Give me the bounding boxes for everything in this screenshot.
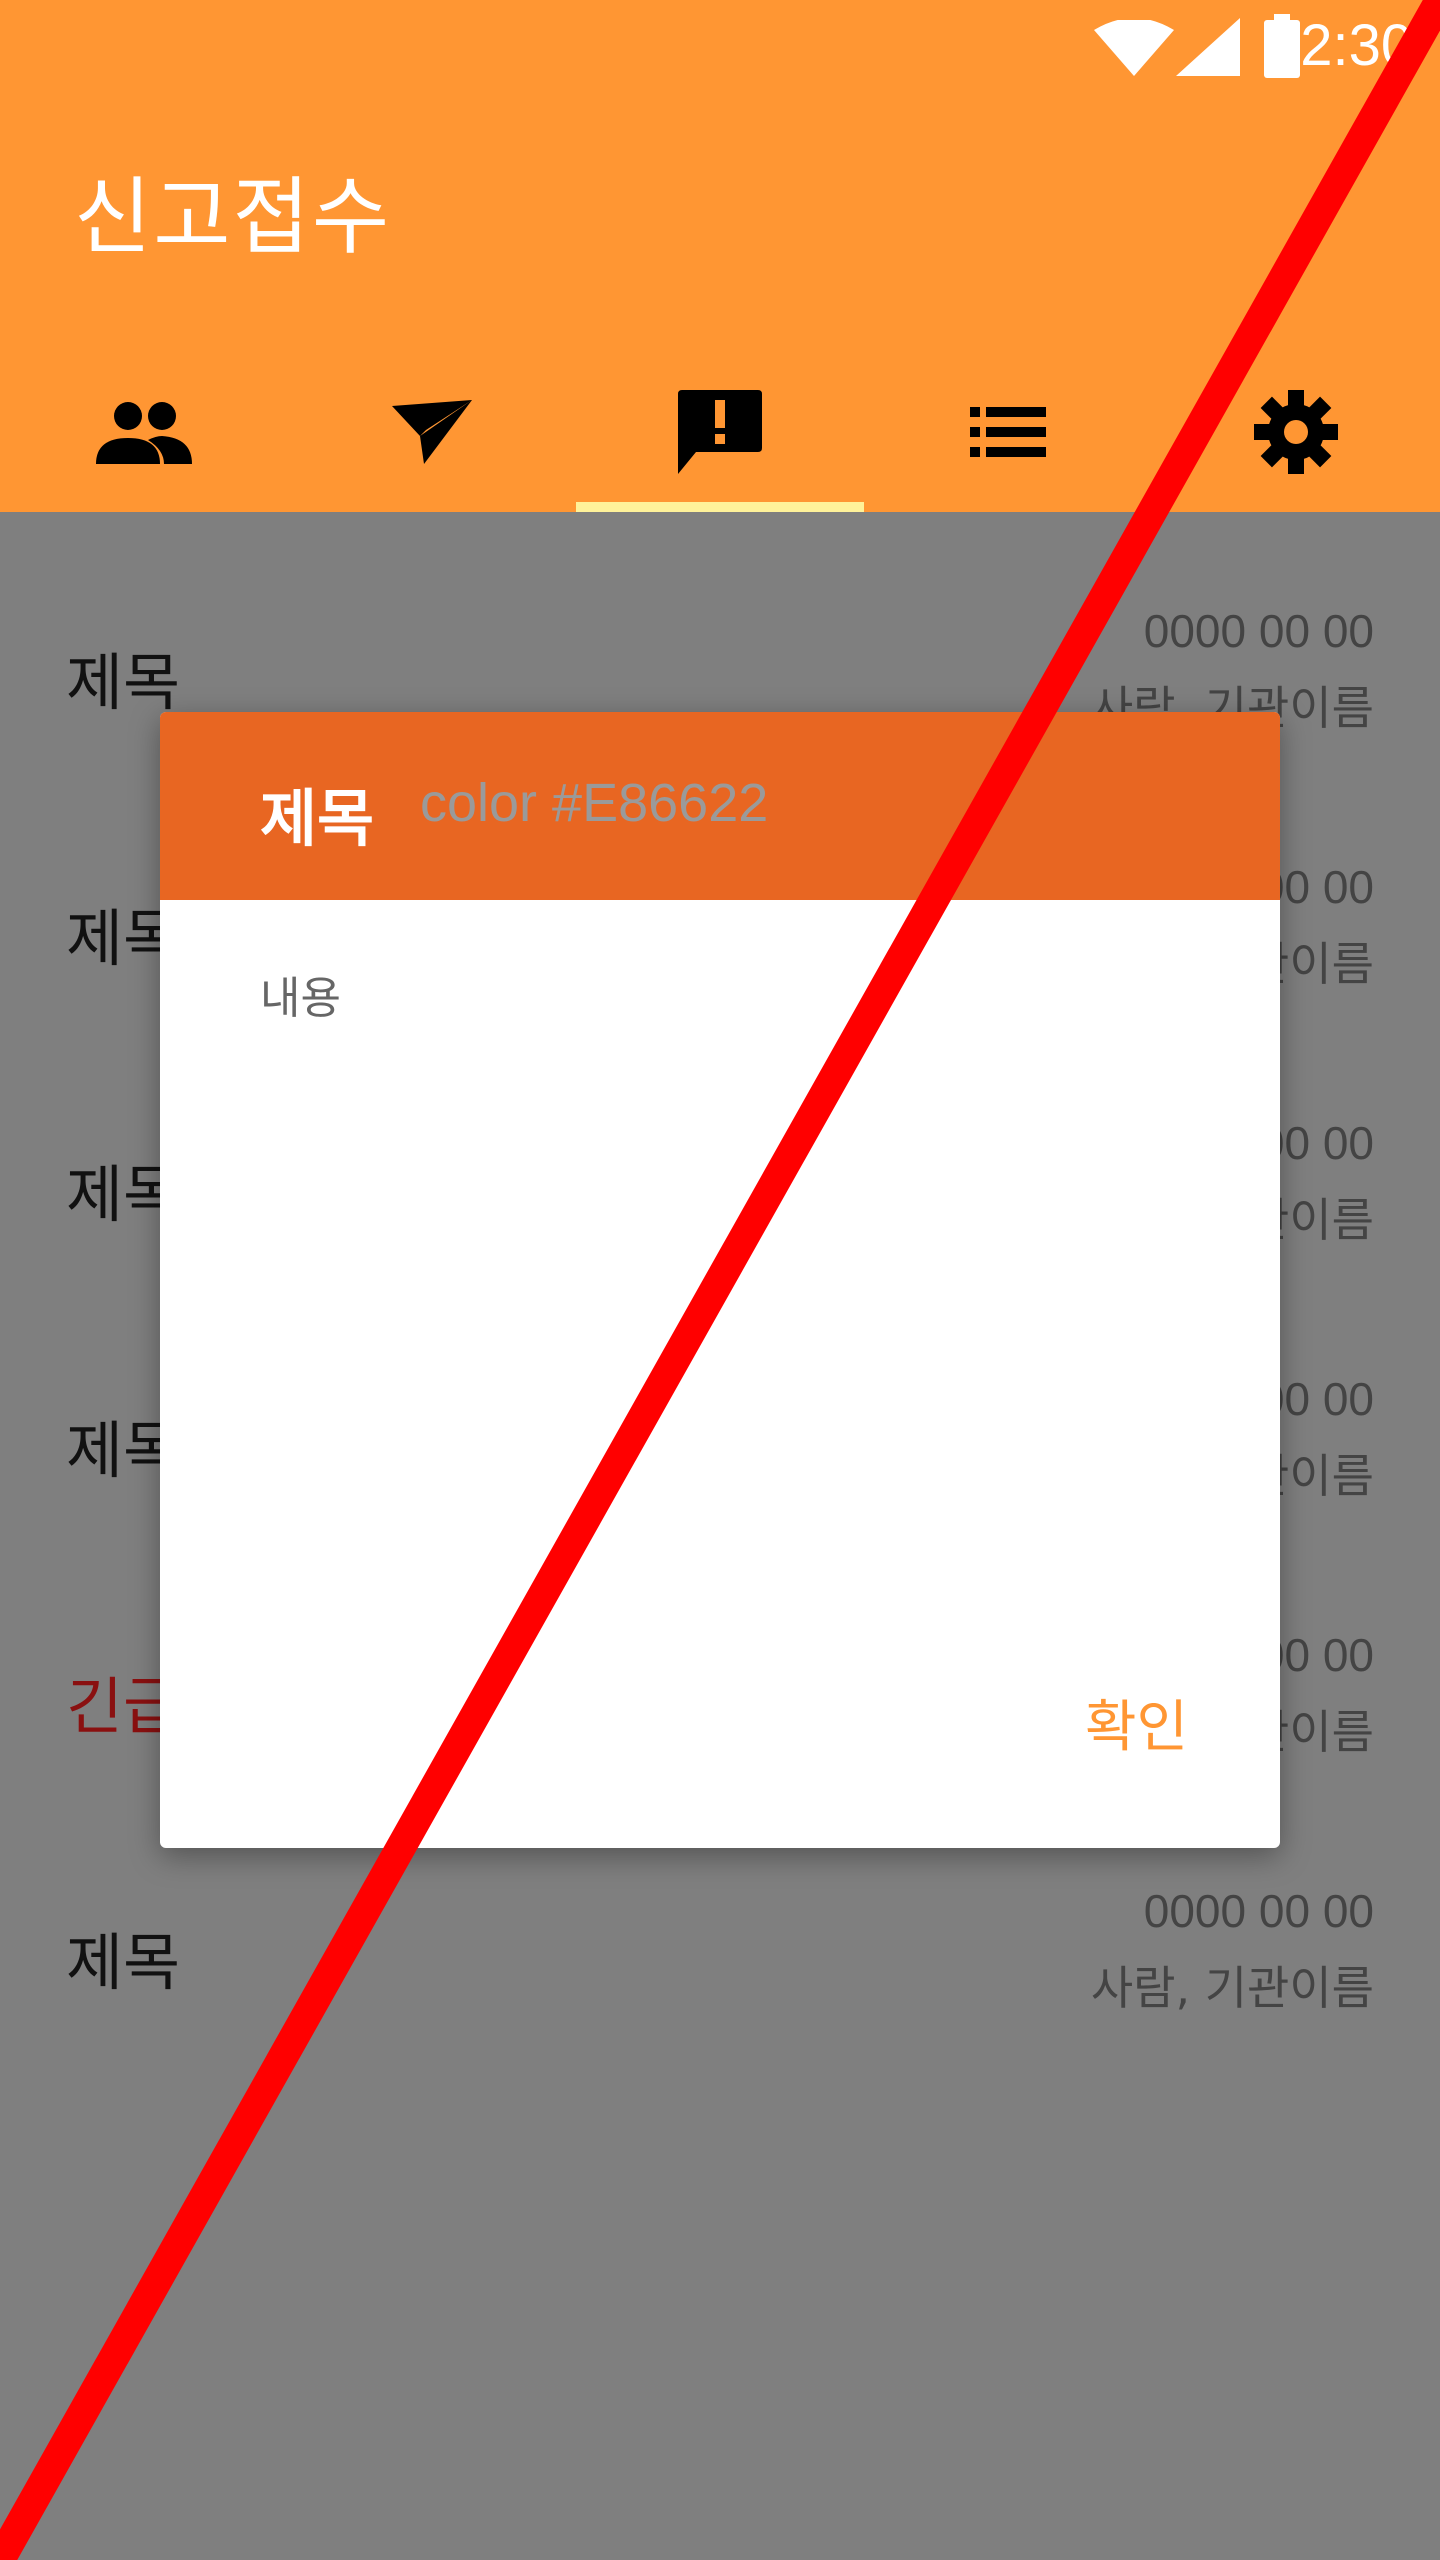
message-dialog: 제목 color #E86622 내용 확인 — [160, 712, 1280, 1848]
list-item-title: 제목 — [66, 646, 181, 719]
tab-indicator — [576, 502, 864, 512]
list-item-date: 0000 00 00 — [1143, 1885, 1374, 1937]
status-time: 12:30 — [1268, 13, 1414, 78]
tab-bar — [0, 352, 1440, 512]
list-item-title: 제목 — [66, 1926, 181, 1999]
tab-list[interactable] — [864, 352, 1152, 512]
dialog-header: 제목 color #E86622 — [160, 712, 1280, 900]
settings-icon — [1254, 390, 1338, 474]
tab-settings[interactable] — [1152, 352, 1440, 512]
list-icon — [970, 407, 1046, 457]
tab-send[interactable] — [288, 352, 576, 512]
tab-people[interactable] — [0, 352, 288, 512]
dialog-title: 제목 — [260, 782, 375, 855]
wifi-icon — [1094, 20, 1174, 76]
people-icon — [96, 402, 192, 464]
list-item-sender: 사람, 기관이름 — [1090, 1961, 1374, 2015]
tab-report[interactable] — [576, 352, 864, 512]
page-title: 신고접수 — [74, 168, 392, 266]
dialog-body: 내용 — [260, 973, 341, 1024]
cell-signal-icon — [1176, 18, 1240, 76]
confirm-button[interactable]: 확인 — [1085, 1682, 1188, 1763]
send-icon — [392, 400, 472, 464]
dialog-header-color-note: color #E86622 — [420, 773, 769, 833]
app-bar: 12:30 신고접수 — [0, 0, 1440, 512]
status-bar: 12:30 — [1000, 0, 1440, 92]
report-icon — [678, 390, 762, 474]
list-item-date: 0000 00 00 — [1143, 605, 1374, 657]
